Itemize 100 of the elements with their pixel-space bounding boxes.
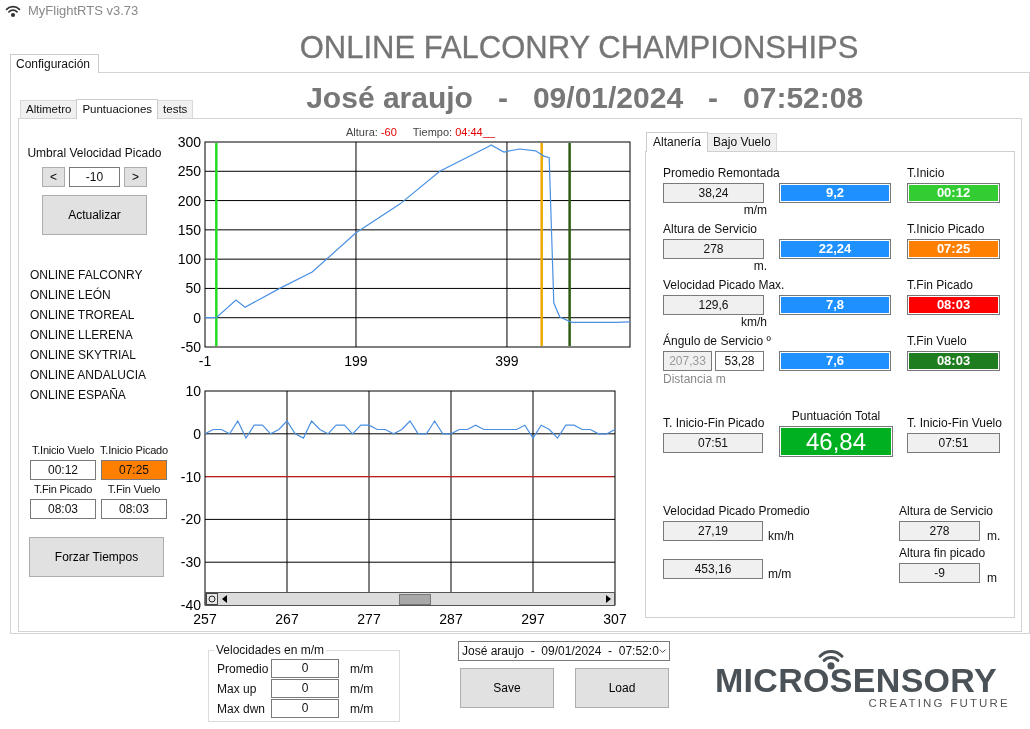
tick-label: -30 [180,554,201,571]
total-score-box: 46,84 [779,426,893,457]
tab[interactable]: Bajo Vuelo [707,133,777,151]
unit-label: m/m [768,567,792,581]
tick-label: 199 [344,353,368,369]
tick-label: 297 [521,611,545,627]
value-field[interactable]: 07:51 [663,433,763,453]
unit-label: km/h [768,529,794,543]
tick-label: 250 [177,163,201,180]
competition-label: ONLINE ANDALUCIA [30,367,148,384]
time-label: T.Inicio Picado [100,444,168,458]
field-label: Umbral Velocidad Picado [26,146,163,160]
field-label: Promedio [217,661,270,676]
field-label: Altura fin picado [899,546,987,560]
time-field[interactable]: 08:03 [101,499,167,519]
tick-label: 50 [185,280,201,297]
zoom-reset-icon[interactable] [206,593,218,605]
competition-label: ONLINE TROREAL [30,307,136,324]
tab[interactable]: tests [157,100,194,118]
tick-label: -10 [180,468,201,485]
tick-label: 150 [177,221,201,238]
competition-label: ONLINE ESPAÑA [30,387,127,404]
tick-label: 0 [193,309,201,326]
logo-tagline: CREATING FUTURE [867,697,1010,709]
tick-label: 399 [495,353,519,369]
tick-label: 10 [185,383,201,399]
tick-label: -20 [180,511,201,528]
time-field[interactable]: 07:25 [101,460,167,480]
time-label: T.Fin Picado [907,278,974,292]
time-label: T.Fin Vuelo [907,334,967,348]
tab[interactable]: Puntuaciones [76,99,159,119]
value-field[interactable]: 27,19 [663,521,763,541]
field-label: Velocidad Picado Promedio [663,504,811,518]
time-field[interactable]: 00:12 [30,460,96,480]
tab[interactable]: Altanería [646,132,709,152]
score-box: 7,8 [779,295,891,315]
field-label: Velocidad Picado Max. [663,278,785,292]
field-label: T. Inicio-Fin Vuelo [907,416,1000,430]
score-box: 9,2 [779,183,891,203]
session-title: José araujo - 09/01/2024 - 07:52:08 [305,81,865,115]
wifi-icon [5,3,21,18]
app-title: ONLINE FALCONRY CHAMPIONSHIPS [298,30,860,66]
threshold-field[interactable]: -10 [69,167,120,187]
action-button[interactable]: Load [575,668,669,708]
session-dropdown[interactable]: José araujo - 09/01/2024 - 07:52:0 [458,641,670,661]
unit-label: m/m [742,204,767,217]
value-field[interactable]: 53,28 [715,351,764,371]
update-button[interactable]: Actualizar [42,195,147,235]
unit-label: m/m [350,701,375,716]
unit-label: m/m [350,661,375,676]
chevron-down-icon [658,648,666,654]
tab[interactable]: Configuración [10,54,100,73]
value-field[interactable]: 129,6 [663,295,764,315]
time-box: 07:25 [907,239,1000,259]
readout-value: 04:44__ [455,126,495,138]
competition-label: ONLINE LLERENA [30,327,134,344]
time-label: T.Inicio Vuelo [31,444,95,458]
value-field[interactable]: 278 [899,521,980,541]
field-label: Max up [217,681,258,696]
unit-label: m/m [350,681,375,696]
tick-label: 287 [439,611,463,627]
competition-label: ONLINE LEÓN [30,286,112,304]
value-field[interactable]: 0 [271,659,339,678]
field-label: Ángulo de Servicio º [663,334,771,348]
scrollbar-thumb[interactable] [399,593,431,605]
increment-button[interactable]: > [124,167,147,187]
value-field[interactable]: 278 [663,239,764,259]
tab[interactable]: Altimetro [20,100,78,118]
tick-label: 307 [603,611,627,627]
value-field[interactable]: 38,24 [663,183,764,203]
time-field[interactable]: 08:03 [30,499,96,519]
chart-scrollbar[interactable] [205,592,615,606]
logo-wordmark: MICROSENSORY [715,664,998,696]
value-field[interactable]: -9 [899,563,980,583]
tick-label: 100 [177,251,201,268]
tick-label: -50 [180,339,201,355]
decrement-button[interactable]: < [42,167,65,187]
time-label: T.Inicio [907,166,945,180]
competition-label: ONLINE SKYTRIAL [30,347,138,364]
time-box: 08:03 [907,351,1000,371]
group-title: Velocidades en m/m [215,643,326,657]
value-field[interactable]: 453,16 [663,559,763,579]
tick-label: 0 [193,425,201,442]
field-label: Altura de Servicio [663,222,758,236]
time-label: T.Fin Picado [33,483,93,497]
readout-label: Altura: [346,126,378,138]
tick-label: 257 [193,611,217,627]
time-label: T.Inicio Picado [907,222,985,236]
unit-label: m. [752,260,767,273]
unit-label: m. [987,529,1001,543]
field-label: Puntuación Total [790,409,882,423]
force-times-button[interactable]: Forzar Tiempos [29,537,164,577]
action-button[interactable]: Save [460,668,554,708]
tick-label: 200 [177,192,201,209]
value-field[interactable]: 0 [271,679,339,698]
tick-label: -40 [180,597,201,613]
value-field[interactable]: 0 [271,699,339,718]
time-box: 08:03 [907,295,1000,315]
value-field[interactable]: 07:51 [907,433,1000,453]
tick-label: 267 [275,611,299,627]
